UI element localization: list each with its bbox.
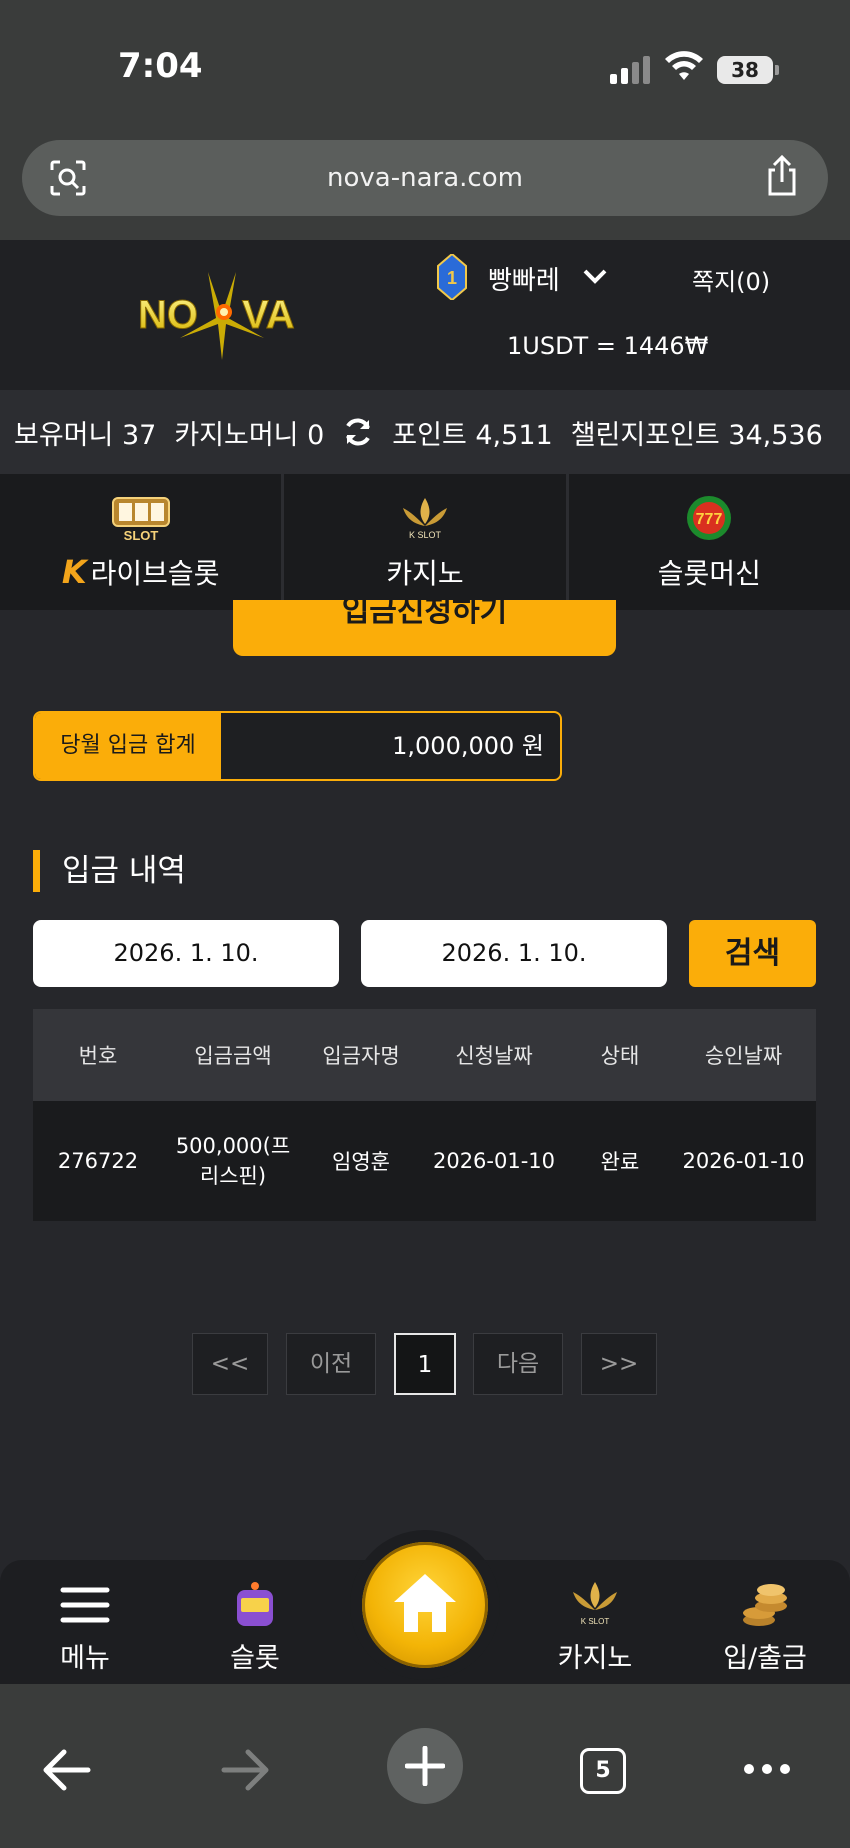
col-approve-date: 승인날짜 <box>704 1044 783 1068</box>
svg-text:K SLOT: K SLOT <box>581 1617 610 1626</box>
page-current-button[interactable]: 1 <box>394 1333 456 1395</box>
page-prev-button[interactable]: 이전 <box>286 1333 376 1395</box>
challenge-points: 챌린지포인트 34,536 <box>570 419 823 451</box>
tab-live-slot-label: 라이브슬롯 <box>90 557 220 590</box>
tab-casino-label: 카지노 <box>386 557 464 590</box>
svg-text:K SLOT: K SLOT <box>409 530 442 540</box>
level-badge-icon: 1 <box>437 254 467 300</box>
category-tabs: SLOT K 라이브슬롯 K SLOT 카지노 777 슬롯머신 <box>0 474 850 610</box>
cell-depositor: 임영훈 <box>332 1150 390 1174</box>
svg-text:777: 777 <box>696 511 723 528</box>
nav-casino[interactable]: K SLOT 카지노 <box>530 1560 660 1684</box>
chevron-down-icon[interactable] <box>582 268 608 286</box>
slot-machine-icon <box>237 1582 273 1626</box>
forward-arrow-icon <box>221 1749 269 1791</box>
share-icon[interactable] <box>762 154 802 198</box>
svg-text:NO: NO <box>138 293 198 337</box>
svg-text:SLOT: SLOT <box>123 528 158 543</box>
search-button[interactable]: 검색 <box>689 920 816 987</box>
tab-live-slot[interactable]: SLOT K 라이브슬롯 <box>0 474 285 610</box>
date-to-input[interactable]: 2026. 1. 10. <box>361 920 667 987</box>
page-next-button[interactable]: 다음 <box>473 1333 563 1395</box>
month-total-box: 당월 입금 합계 1,000,000 원 <box>33 711 562 781</box>
table-header: 번호 입금금액 입금자명 신청날짜 상태 승인날짜 <box>33 1009 816 1101</box>
svg-text:1: 1 <box>447 268 457 288</box>
date-from-input[interactable]: 2026. 1. 10. <box>33 920 339 987</box>
page-last-button[interactable]: >> <box>581 1333 657 1395</box>
site-header: NO VA 1 빵빠레 쪽지(0) 1USDT = 1446₩ <box>0 240 850 390</box>
deposit-apply-button[interactable]: 입금신청하기 <box>233 600 616 656</box>
nav-casino-label: 카지노 <box>557 1643 633 1674</box>
more-icon[interactable] <box>742 1762 792 1776</box>
points: 포인트 4,511 <box>392 419 553 451</box>
kslot-casino-icon: K SLOT <box>402 498 447 540</box>
month-total-label: 당월 입금 합계 <box>35 713 221 779</box>
battery-indicator: 38 <box>717 56 779 84</box>
nova-logo[interactable]: NO VA <box>138 268 306 360</box>
holding-money: 보유머니 37 <box>14 419 157 451</box>
cell-number: 276722 <box>57 1149 139 1173</box>
nav-deposit-withdraw[interactable]: 입/출금 <box>700 1560 830 1684</box>
plus-icon <box>405 1746 445 1786</box>
nav-slot-label: 슬롯 <box>230 1643 280 1674</box>
nav-menu-label: 메뉴 <box>60 1643 110 1674</box>
tab-slot-machine[interactable]: 777 슬롯머신 <box>569 474 850 610</box>
url-text: nova-nara.com <box>327 163 523 193</box>
deposit-history-table: 번호 입금금액 입금자명 신청날짜 상태 승인날짜 276722 500,000… <box>33 1009 816 1221</box>
deposit-history-title: 입금 내역 <box>33 850 186 892</box>
nav-slot[interactable]: 슬롯 <box>190 1560 320 1684</box>
cell-request-date: 2026-01-10 <box>432 1149 556 1173</box>
k-brand-icon: K <box>61 553 87 591</box>
messages-link[interactable]: 쪽지(0) <box>692 262 770 297</box>
tabs-button[interactable]: 5 <box>580 1748 626 1794</box>
live-slot-icon: SLOT <box>111 497 170 543</box>
casino-money: 카지노머니 0 <box>174 419 325 451</box>
cell-approve-date: 2026-01-10 <box>682 1149 805 1173</box>
tab-casino[interactable]: K SLOT 카지노 <box>284 474 569 610</box>
back-arrow-icon[interactable] <box>42 1748 92 1792</box>
balance-bar: 보유머니 37 카지노머니 0 포인트 4,511 챌린지포인트 34,536 <box>0 390 850 474</box>
col-amount: 입금금액 <box>194 1044 272 1068</box>
col-number: 번호 <box>78 1044 118 1068</box>
tab-slot-machine-label: 슬롯머신 <box>657 557 761 590</box>
status-time: 7:04 <box>118 46 203 86</box>
username[interactable]: 빵빠레 <box>488 260 560 297</box>
hamburger-icon <box>60 1587 110 1623</box>
wifi-icon <box>665 51 703 80</box>
address-bar[interactable]: nova-nara.com <box>22 140 828 216</box>
exchange-rate: 1USDT = 1446₩ <box>507 332 709 360</box>
svg-text:VA: VA <box>242 293 295 337</box>
home-button[interactable] <box>362 1542 488 1668</box>
nav-menu[interactable]: 메뉴 <box>20 1560 150 1684</box>
col-request-date: 신청날짜 <box>455 1044 533 1068</box>
cellular-signal-icon <box>610 56 650 84</box>
refresh-icon[interactable] <box>342 416 374 448</box>
table-row[interactable]: 276722 500,000(프리스핀) 임영훈 2026-01-10 완료 2… <box>33 1101 816 1221</box>
coins-icon <box>743 1584 787 1626</box>
cell-amount: 500,000(프리스핀) <box>175 1134 291 1188</box>
nav-deposit-withdraw-label: 입/출금 <box>723 1643 807 1674</box>
cell-status: 완료 <box>600 1150 640 1174</box>
new-tab-button[interactable] <box>387 1728 463 1804</box>
home-icon <box>394 1574 456 1632</box>
kslot-casino-icon: K SLOT <box>573 1582 617 1626</box>
browser-toolbar: 5 <box>0 1684 850 1848</box>
ios-status-bar: 7:04 38 nova-nara.com <box>0 0 850 240</box>
col-status: 상태 <box>600 1044 640 1068</box>
page-first-button[interactable]: << <box>192 1333 268 1395</box>
col-depositor: 입금자명 <box>322 1044 400 1068</box>
month-total-value: 1,000,000 원 <box>392 732 544 760</box>
app-root: 7:04 38 nova-nara.com NO VA 1 빵빠레 쪽지(0) … <box>0 0 850 1848</box>
slot-777-icon: 777 <box>687 496 732 540</box>
